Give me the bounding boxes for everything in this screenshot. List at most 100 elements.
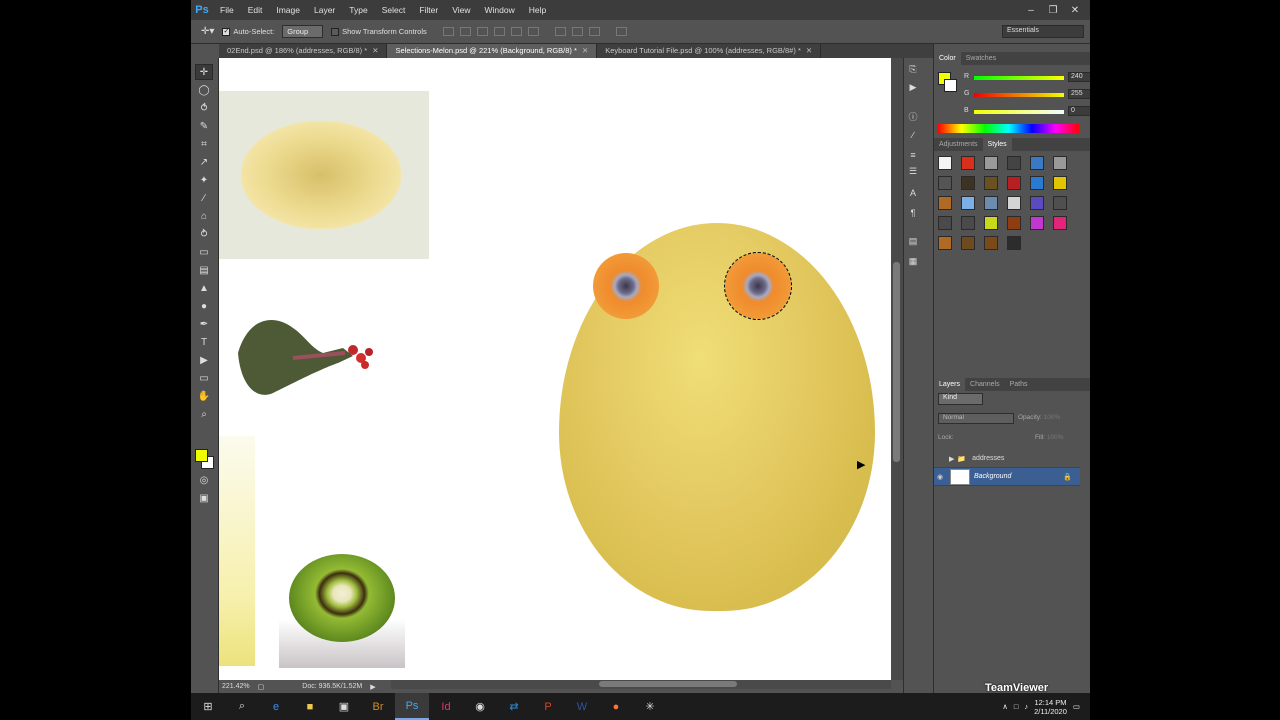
distribute-bottom-icon[interactable] [588, 27, 600, 36]
store-icon[interactable]: ▣ [327, 693, 361, 720]
powerpoint-icon[interactable]: P [531, 693, 565, 720]
healing-brush-tool-icon[interactable]: ✦ [195, 172, 213, 188]
layer-row-background[interactable]: ◉ Background 🔒 [934, 468, 1080, 486]
clock[interactable]: 12:14 PM 2/11/2020 [1034, 698, 1067, 716]
export-icon[interactable]: ▢ [258, 683, 265, 691]
style-swatch[interactable] [1007, 216, 1021, 230]
menu-select[interactable]: Select [375, 0, 413, 20]
style-swatch[interactable] [961, 216, 975, 230]
zoom-level[interactable]: 221.42% [222, 683, 250, 690]
notes-panel-icon[interactable]: ▦ [907, 256, 919, 268]
eyedropper-tool-icon[interactable]: ↗ [195, 154, 213, 170]
menu-window[interactable]: Window [477, 0, 521, 20]
expand-arrow-icon[interactable]: ▶ [949, 455, 954, 463]
distribute-top-icon[interactable] [554, 27, 566, 36]
minimize-button[interactable]: – [1022, 5, 1040, 16]
indesign-icon[interactable]: Id [429, 693, 463, 720]
menu-filter[interactable]: Filter [412, 0, 445, 20]
menu-image[interactable]: Image [269, 0, 307, 20]
green-slider[interactable]: G 255 [964, 89, 1090, 101]
style-swatch[interactable] [1053, 176, 1067, 190]
shape-tool-icon[interactable]: ▭ [195, 370, 213, 386]
menu-edit[interactable]: Edit [241, 0, 270, 20]
screen-mode-icon[interactable]: ▣ [195, 490, 213, 506]
fill-control[interactable]: Fill: 100% [1035, 434, 1064, 441]
marquee-tool-icon[interactable]: ◯ [195, 82, 213, 98]
hand-tool-icon[interactable]: ✋ [195, 388, 213, 404]
clone-stamp-tool-icon[interactable]: ⌂ [195, 208, 213, 224]
scroll-thumb[interactable] [599, 681, 737, 687]
green-track[interactable] [974, 93, 1064, 97]
volume-icon[interactable]: ♪ [1024, 702, 1028, 711]
auto-select-checkbox[interactable]: ✓ Auto-Select: [222, 27, 274, 36]
zoom-tool-icon[interactable]: ⌕ [195, 406, 213, 422]
style-swatch[interactable] [1030, 196, 1044, 210]
word-icon[interactable]: W [565, 693, 599, 720]
tab-channels[interactable]: Channels [965, 378, 1005, 391]
style-swatch[interactable] [984, 236, 998, 250]
tab-styles[interactable]: Styles [982, 138, 1012, 151]
align-center-icon[interactable] [510, 27, 522, 36]
style-swatch[interactable] [984, 176, 998, 190]
foreground-color-swatch[interactable] [195, 449, 208, 462]
actions-panel-icon[interactable]: ▶ [907, 82, 919, 94]
style-swatch[interactable] [1053, 156, 1067, 170]
style-swatch[interactable] [1007, 176, 1021, 190]
menu-view[interactable]: View [445, 0, 477, 20]
green-value-field[interactable]: 255 [1068, 89, 1090, 99]
edge-icon[interactable]: e [259, 693, 293, 720]
tab-02end[interactable]: 02End.psd @ 186% (addresses, RGB/8) * ✕ [219, 44, 388, 58]
move-tool-icon[interactable]: ✛▾ [201, 26, 214, 37]
style-swatch[interactable] [961, 236, 975, 250]
document-canvas[interactable] [219, 58, 891, 680]
file-explorer-icon[interactable]: ■ [293, 693, 327, 720]
style-swatch[interactable] [1030, 156, 1044, 170]
style-swatch[interactable] [1053, 216, 1067, 230]
move-tool-icon[interactable]: ✛ [195, 64, 213, 80]
lasso-tool-icon[interactable]: ⥀ [195, 100, 213, 116]
layer-row-addresses[interactable]: ▶ 📁 addresses [934, 450, 1080, 468]
blue-track[interactable] [974, 110, 1064, 114]
properties-panel-icon[interactable]: ☰ [907, 166, 919, 178]
photoshop-icon[interactable]: Ps [395, 693, 429, 720]
tab-layers[interactable]: Layers [934, 378, 966, 391]
eraser-tool-icon[interactable]: ▭ [195, 244, 213, 260]
tab-adjustments[interactable]: Adjustments [934, 138, 983, 151]
style-swatch[interactable] [1007, 196, 1021, 210]
workspace-dropdown[interactable]: Essentials [1002, 25, 1084, 38]
close-tab-icon[interactable]: ✕ [582, 46, 588, 55]
info-panel-icon[interactable]: ⓘ [907, 110, 919, 122]
tab-color[interactable]: Color [934, 52, 961, 65]
distribute-middle-icon[interactable] [571, 27, 583, 36]
close-button[interactable]: ✕ [1066, 5, 1084, 16]
crop-tool-icon[interactable]: ⌗ [195, 136, 213, 152]
align-left-icon[interactable] [493, 27, 505, 36]
red-slider[interactable]: R 240 [964, 72, 1090, 84]
status-menu-arrow-icon[interactable]: ▶ [370, 683, 375, 691]
teamviewer-icon[interactable]: ⇄ [497, 693, 531, 720]
bridge-icon[interactable]: Br [361, 693, 395, 720]
style-swatch[interactable] [961, 156, 975, 170]
tab-swatches[interactable]: Swatches [961, 52, 1001, 65]
style-swatch[interactable] [961, 196, 975, 210]
auto-align-icon[interactable] [615, 27, 627, 36]
menu-layer[interactable]: Layer [307, 0, 342, 20]
scroll-thumb[interactable] [893, 262, 900, 462]
color-background-swatch[interactable] [944, 79, 957, 92]
align-right-icon[interactable] [527, 27, 539, 36]
pen-tool-icon[interactable]: ✒ [195, 316, 213, 332]
blue-slider[interactable]: B 0 [964, 106, 1090, 118]
style-swatch[interactable] [1007, 236, 1021, 250]
style-swatch[interactable] [984, 156, 998, 170]
eye-icon[interactable]: ◉ [934, 473, 946, 481]
style-swatch[interactable] [1030, 216, 1044, 230]
style-swatch[interactable] [938, 176, 952, 190]
style-swatch[interactable] [1053, 196, 1067, 210]
align-middle-icon[interactable] [459, 27, 471, 36]
tray-chevron-icon[interactable]: ∧ [1002, 702, 1008, 711]
menu-help[interactable]: Help [522, 0, 553, 20]
gradient-tool-icon[interactable]: ▤ [195, 262, 213, 278]
character-panel-icon[interactable]: A [907, 188, 919, 200]
quick-select-tool-icon[interactable]: ✎ [195, 118, 213, 134]
layer-comps-panel-icon[interactable]: ▤ [907, 236, 919, 248]
